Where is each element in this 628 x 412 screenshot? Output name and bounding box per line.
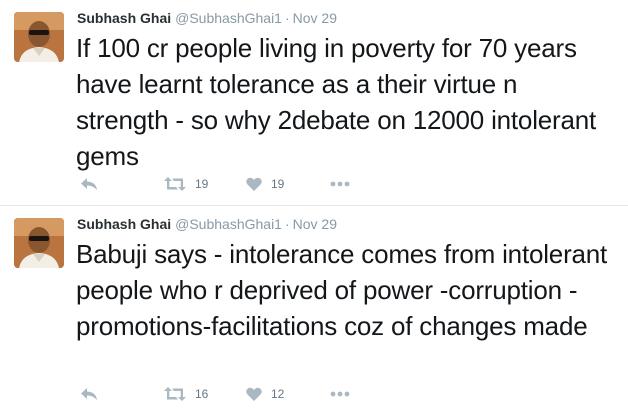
retweet-button[interactable]: 19 — [164, 174, 208, 194]
reply-button[interactable] — [80, 174, 98, 194]
retweet-icon — [164, 387, 186, 401]
separator-dot: · — [284, 10, 290, 26]
reply-icon — [81, 388, 97, 400]
like-count: 19 — [271, 177, 285, 191]
more-dots-icon — [330, 391, 350, 397]
author-name[interactable]: Subhash Ghai — [77, 10, 171, 26]
heart-icon — [246, 177, 262, 191]
tweet-date[interactable]: Nov 29 — [293, 10, 337, 26]
separator-dot: · — [284, 216, 290, 232]
tweet[interactable]: Subhash Ghai @SubhashGhai1 · Nov 29 If 100 … — [0, 0, 628, 205]
avatar[interactable] — [14, 218, 64, 268]
more-dots-icon — [330, 181, 350, 187]
more-button[interactable] — [330, 384, 350, 404]
retweet-icon — [164, 177, 186, 191]
tweet-feed: Subhash Ghai @SubhashGhai1 · Nov 29 If 100 … — [0, 0, 628, 412]
like-button[interactable]: 19 — [246, 174, 284, 194]
tweet-header: Subhash Ghai @SubhashGhai1 · Nov 29 — [77, 9, 337, 27]
author-handle[interactable]: @SubhashGhai1 — [175, 10, 282, 26]
author-handle[interactable]: @SubhashGhai1 — [175, 216, 282, 232]
tweet[interactable]: Subhash Ghai @SubhashGhai1 · Nov 29 Babuji … — [0, 206, 628, 412]
like-button[interactable]: 12 — [246, 384, 284, 404]
author-name[interactable]: Subhash Ghai — [77, 216, 171, 232]
retweet-count: 19 — [195, 177, 209, 191]
tweet-header: Subhash Ghai @SubhashGhai1 · Nov 29 — [77, 215, 337, 233]
retweet-button[interactable]: 16 — [164, 384, 208, 404]
tweet-date[interactable]: Nov 29 — [293, 216, 337, 232]
more-button[interactable] — [330, 174, 350, 194]
profile-photo-icon — [14, 218, 64, 268]
reply-icon — [81, 178, 97, 190]
heart-icon — [246, 387, 262, 401]
profile-photo-icon — [14, 12, 64, 62]
like-count: 12 — [271, 387, 285, 401]
tweet-text: Babuji says - intolerance comes from int… — [76, 239, 608, 341]
tweet-text: If 100 cr people living in poverty for 7… — [76, 33, 597, 171]
retweet-count: 16 — [195, 387, 209, 401]
avatar[interactable] — [14, 12, 64, 62]
reply-button[interactable] — [80, 384, 98, 404]
